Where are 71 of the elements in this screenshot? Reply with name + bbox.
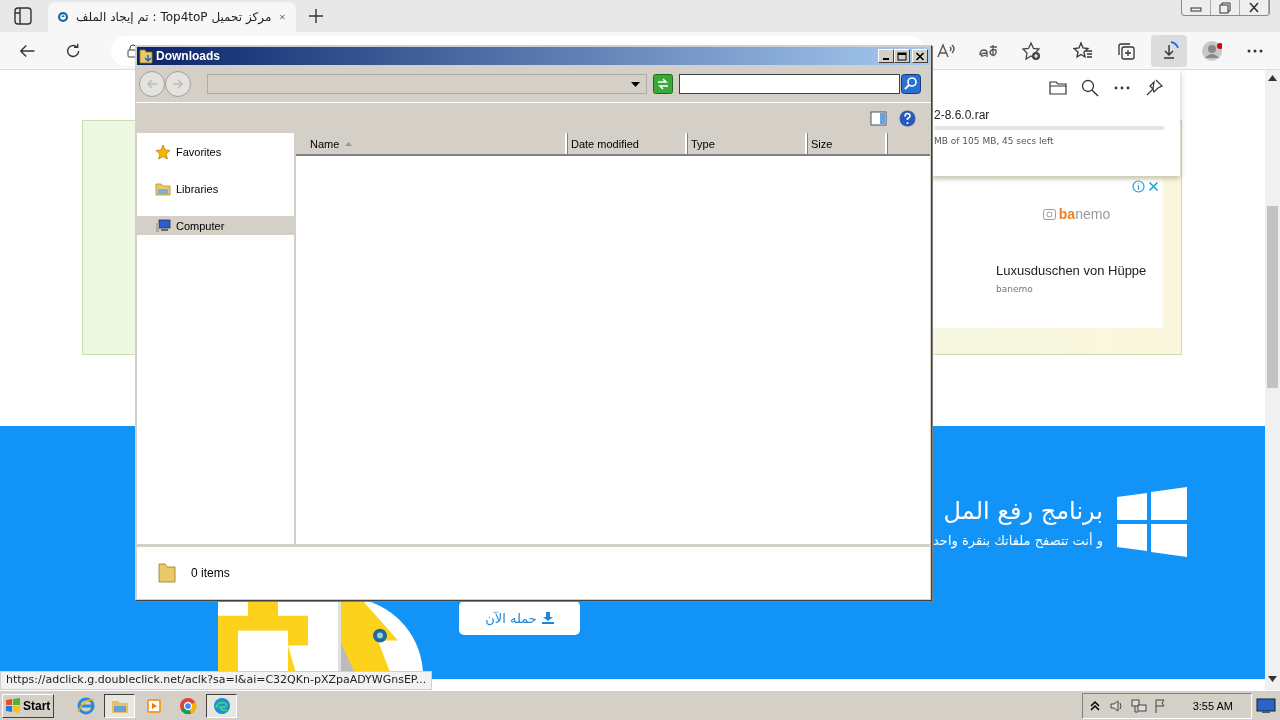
- folder-icon: [139, 48, 153, 64]
- column-header[interactable]: Type: [687, 133, 807, 154]
- download-file-name[interactable]: 2-8.6.0.rar: [934, 108, 1180, 122]
- maximize-icon: [897, 51, 907, 61]
- close-button[interactable]: [912, 49, 928, 63]
- browser-tab[interactable]: مركز تحميل Top4toP : تم إيجاد الملف: [48, 2, 296, 32]
- minimize-icon: [883, 57, 889, 60]
- more-icon: [1247, 48, 1263, 53]
- ad-advertiser: banemo: [996, 284, 1034, 294]
- download-icon: [541, 612, 554, 624]
- computer-icon: [155, 217, 172, 234]
- banner-subtitle: و أنت تتصفح ملفاتك بنقرة واحد: [933, 532, 1103, 548]
- new-tab-icon[interactable]: [306, 6, 326, 26]
- folder-icon: [157, 562, 177, 584]
- preview-pane-icon[interactable]: [870, 109, 887, 127]
- column-header[interactable]: Date modified: [567, 133, 687, 154]
- search-field[interactable]: [679, 74, 900, 94]
- clock[interactable]: 3:55 AM: [1192, 699, 1233, 712]
- collections-icon: [1116, 40, 1136, 61]
- minimize-button[interactable]: [878, 49, 894, 63]
- scroll-up-icon[interactable]: [1268, 75, 1277, 81]
- nav-item[interactable]: Libraries: [137, 179, 294, 198]
- download-progress-text: MB of 105 MB, 45 secs left: [934, 136, 1055, 146]
- tab-actions-icon[interactable]: [12, 5, 34, 27]
- add-favorite-icon: [1021, 40, 1041, 61]
- network-icon[interactable]: [1130, 697, 1147, 714]
- pin-icon[interactable]: [1144, 78, 1164, 98]
- column-header[interactable]: Size: [807, 133, 887, 154]
- ad-card[interactable]: banemo Luxusduschen von Hüppe banemo: [932, 180, 1163, 328]
- libraries-icon: [155, 180, 172, 197]
- item-count: 0 items: [191, 566, 230, 580]
- info-icon[interactable]: [1132, 180, 1145, 193]
- ie-icon: [75, 695, 96, 716]
- address-field[interactable]: [207, 74, 647, 94]
- help-icon[interactable]: [899, 109, 916, 127]
- nav-item[interactable]: Favorites: [137, 142, 294, 161]
- folder-icon[interactable]: [1048, 78, 1068, 98]
- status-url: https://adclick.g.doubleclick.net/aclk?sa=l&ai=C32QKn-pXZpaADYWGnsEP...: [0, 671, 433, 690]
- chrome-icon: [177, 695, 198, 716]
- windows-flag-icon: [5, 697, 21, 714]
- advertiser-logo: banemo: [1042, 206, 1111, 222]
- download-now-button[interactable]: حمله الآن: [459, 601, 580, 635]
- favorites-icon: [1073, 40, 1093, 61]
- start-button[interactable]: Start: [2, 693, 54, 718]
- dropdown-arrow-icon[interactable]: [631, 81, 640, 87]
- search-icon: [901, 74, 921, 94]
- window-title: Downloads: [156, 49, 220, 63]
- scroll-down-icon[interactable]: [1268, 676, 1277, 682]
- edge-icon: [211, 695, 232, 716]
- scrollbar-thumb[interactable]: [1267, 206, 1278, 388]
- tab-title: مركز تحميل Top4toP : تم إيجاد الملف: [76, 10, 272, 24]
- banner-heading: برنامج رفع المل: [943, 496, 1103, 525]
- favorites-icon: [155, 143, 172, 160]
- edge-taskbar-icon[interactable]: [206, 693, 237, 718]
- speaker-icon[interactable]: [1108, 697, 1125, 714]
- refresh-icon[interactable]: [653, 74, 673, 94]
- explorer-taskbar-icon[interactable]: [104, 693, 135, 718]
- close-icon: [915, 51, 925, 61]
- sort-arrow-icon: [345, 141, 353, 146]
- nav-item[interactable]: Computer: [137, 216, 294, 235]
- profile-icon: [1202, 40, 1222, 61]
- back-arrow-icon: [145, 77, 159, 91]
- column-header[interactable]: Name: [296, 133, 567, 154]
- show-desktop-icon[interactable]: [1256, 696, 1276, 715]
- search-button[interactable]: [901, 74, 921, 94]
- ad-headline[interactable]: Luxusduschen von Hüppe: [996, 262, 1157, 279]
- maximize-button[interactable]: [894, 49, 910, 63]
- search-icon[interactable]: [1080, 78, 1100, 98]
- downloads-button[interactable]: [1151, 34, 1187, 67]
- windows-logo: [1117, 487, 1187, 557]
- forward-arrow-icon: [171, 77, 185, 91]
